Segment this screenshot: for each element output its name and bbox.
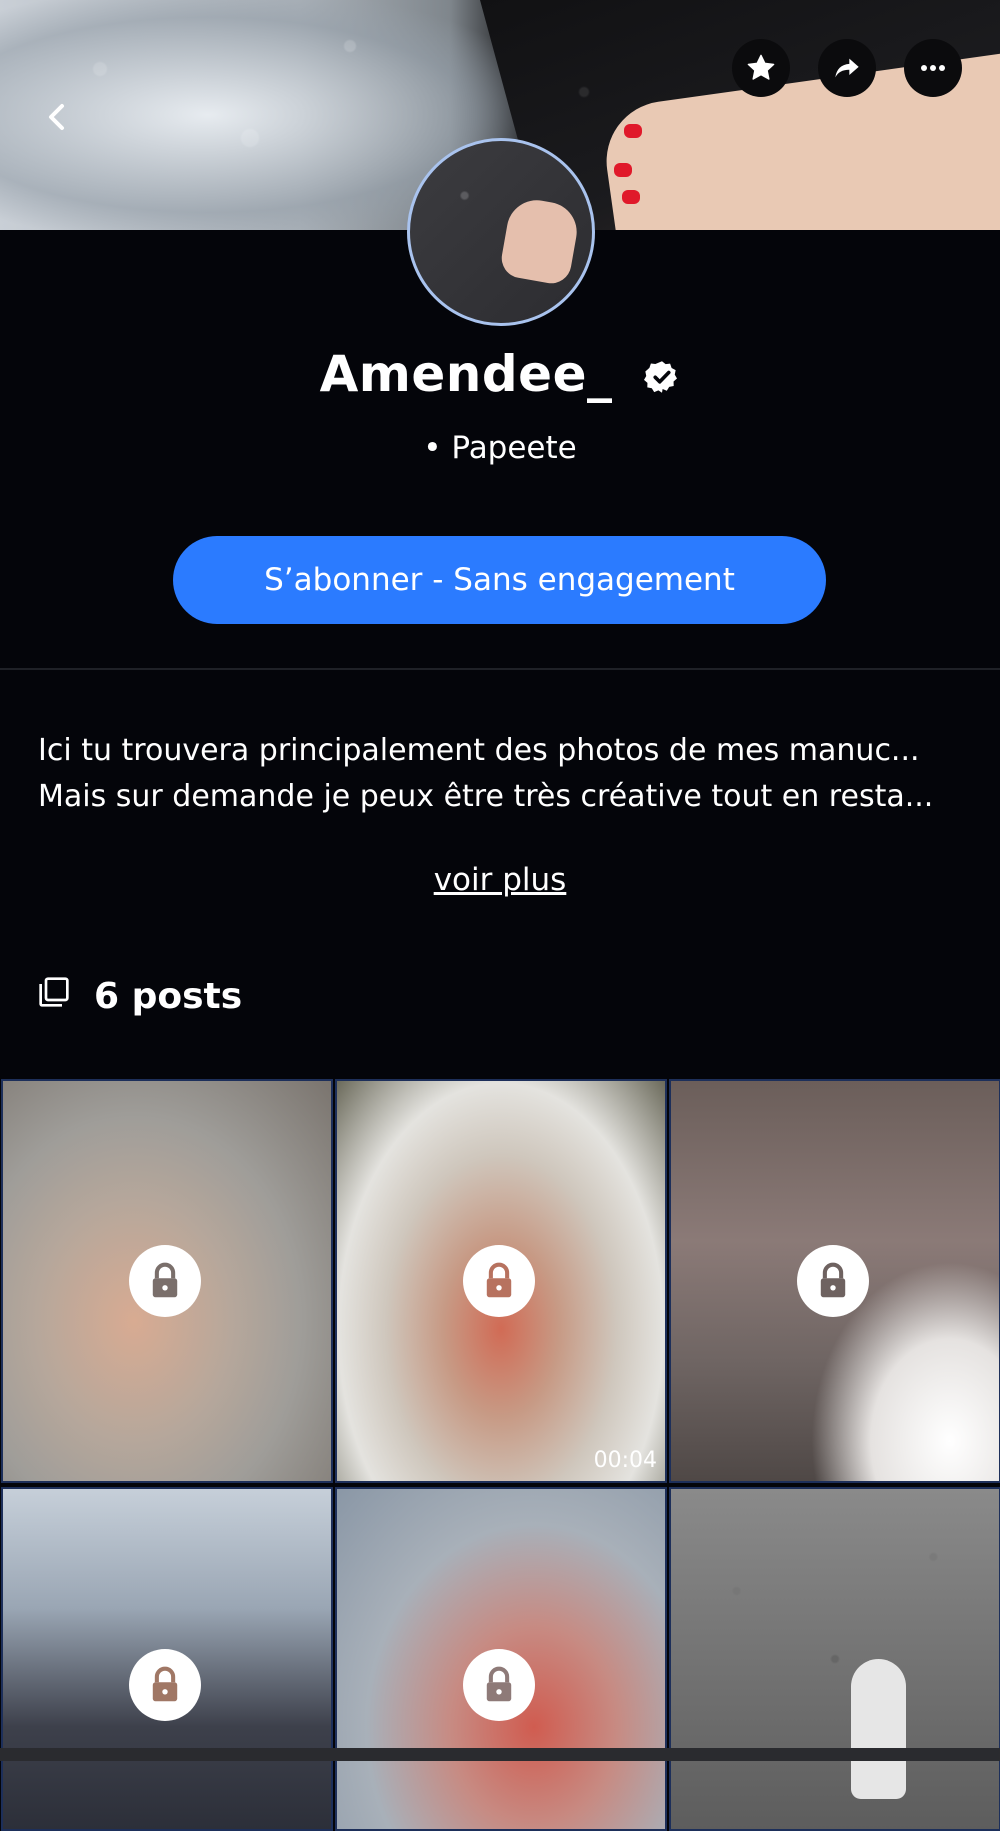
video-duration: 00:04 [593, 1448, 657, 1473]
post-tile[interactable] [335, 1487, 667, 1831]
lock-icon [463, 1649, 535, 1721]
bio-line: Ici tu trouvera principalement des photo… [38, 733, 920, 768]
bio-line: Mais sur demande je peux être très créat… [38, 779, 934, 814]
divider [0, 668, 1000, 670]
location-label: • Papeete [423, 430, 577, 466]
see-more-link[interactable]: voir plus [0, 862, 1000, 898]
lock-icon [463, 1245, 535, 1317]
avatar[interactable] [407, 138, 595, 326]
posts-grid: 00:04 [0, 1076, 1000, 1831]
back-button[interactable] [40, 100, 74, 134]
lock-icon [797, 1245, 869, 1317]
lock-icon [129, 1649, 201, 1721]
posts-header: 6 posts [38, 976, 242, 1017]
bottom-bar [0, 1748, 1000, 1761]
profile-name: Amendee_ [0, 345, 1000, 407]
gallery-icon [38, 976, 70, 1017]
post-tile[interactable] [669, 1487, 1000, 1831]
post-tile[interactable] [1, 1487, 333, 1831]
verified-badge-icon [644, 349, 680, 407]
post-tile[interactable]: 00:04 [335, 1079, 667, 1483]
lock-icon [129, 1245, 201, 1317]
more-horizontal-icon [921, 65, 945, 71]
subscribe-button[interactable]: S’abonner - Sans engagement [173, 536, 826, 624]
share-icon [835, 58, 859, 78]
posts-count: 6 posts [94, 976, 243, 1017]
star-icon [747, 54, 775, 80]
favorite-button[interactable] [732, 39, 790, 97]
chevron-left-icon [49, 104, 64, 130]
share-button[interactable] [818, 39, 876, 97]
post-tile[interactable] [1, 1079, 333, 1483]
bio: Ici tu trouvera principalement des photo… [38, 728, 973, 820]
more-options-button[interactable] [904, 39, 962, 97]
post-tile[interactable] [669, 1079, 1000, 1483]
username: Amendee_ [319, 345, 613, 403]
